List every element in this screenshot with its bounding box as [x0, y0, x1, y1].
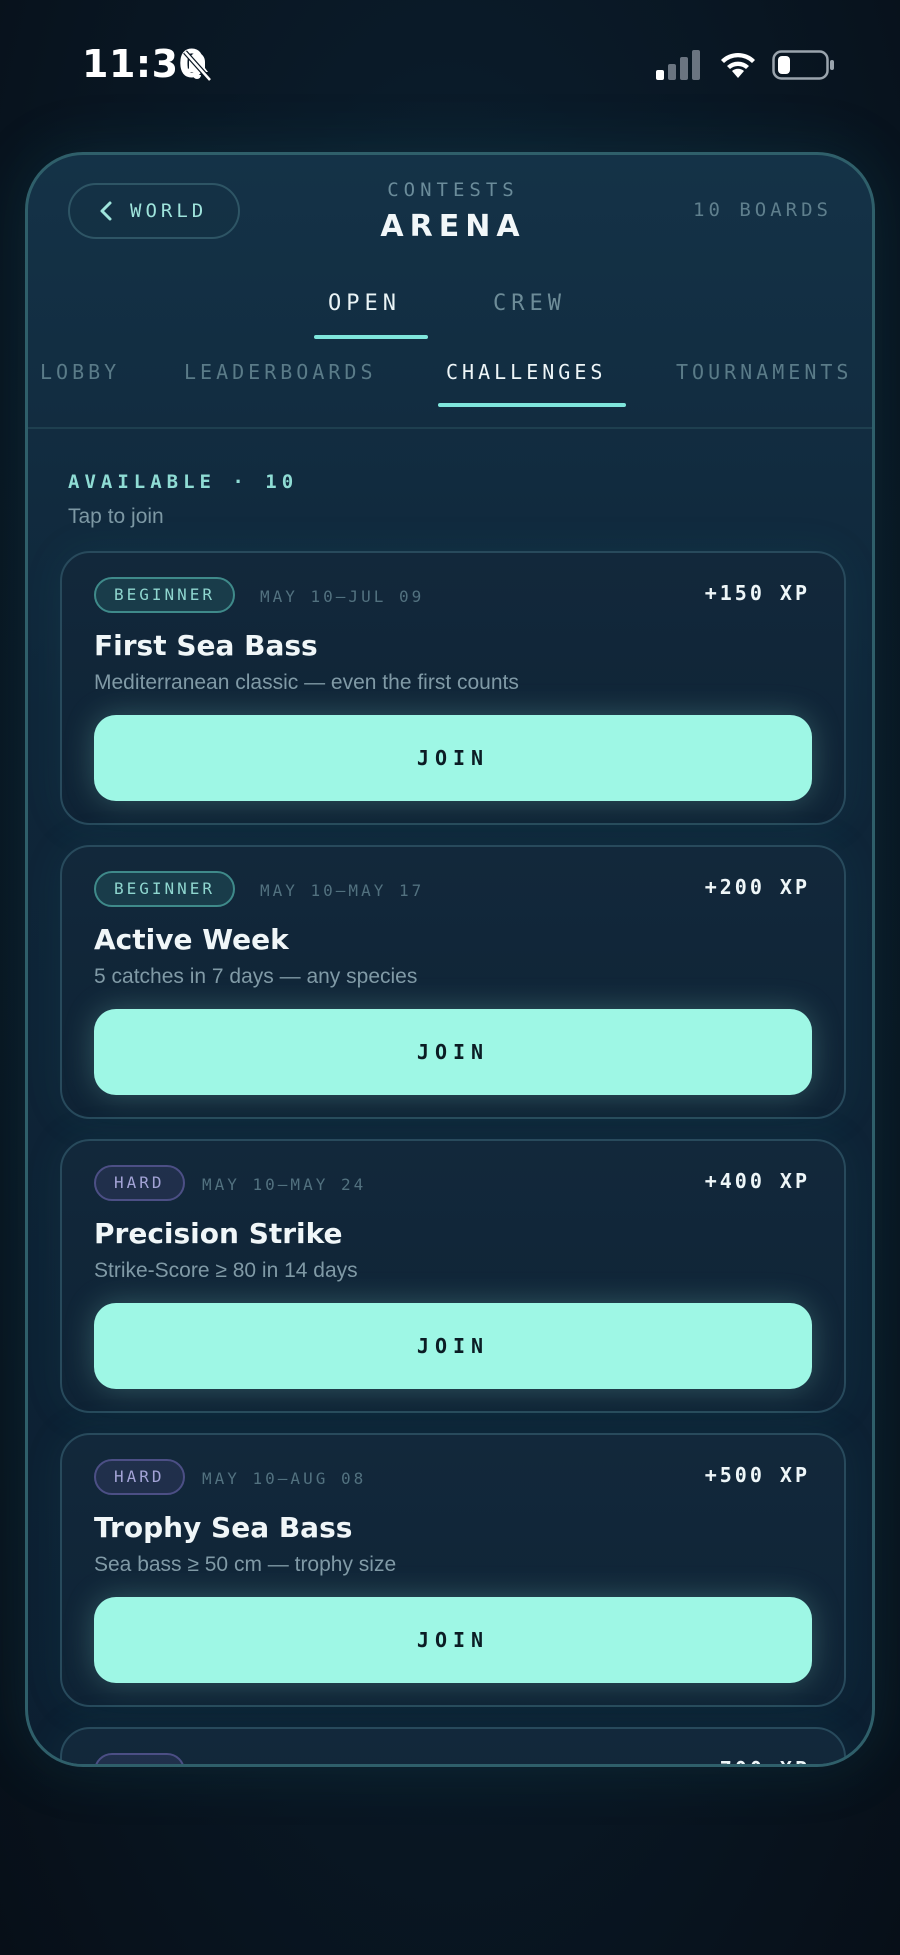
challenge-description: Sea bass ≥ 50 cm — trophy size — [94, 1553, 397, 1576]
difficulty-badge: BEGINNER — [94, 871, 236, 907]
challenge-card: BEGINNER MAY 10—MAY 17 +200 XP Active We… — [60, 845, 846, 1119]
nav-tab-indicator — [438, 403, 626, 407]
challenge-title: Active Week — [94, 923, 289, 956]
bell-muted-icon — [183, 50, 212, 82]
tab-tournaments[interactable]: TOURNAMENTS — [676, 360, 852, 384]
difficulty-badge: HARD — [94, 1459, 185, 1495]
join-button[interactable]: JOIN — [94, 1597, 812, 1683]
tab-open[interactable]: OPEN — [328, 291, 401, 316]
challenge-dates: MAY 10—MAY 17 — [260, 881, 425, 900]
boards-count: 10 BOARDS — [693, 199, 832, 221]
xp-reward: +150 XP — [704, 581, 810, 605]
challenge-title: Precision Strike — [94, 1217, 343, 1250]
join-button[interactable]: JOIN — [94, 715, 812, 801]
tab-challenges[interactable]: CHALLENGES — [446, 360, 606, 384]
arena-panel: WORLD CONTESTS ARENA 10 BOARDS OPEN CREW… — [25, 152, 875, 1767]
segment-indicator — [314, 335, 428, 339]
tab-lobby[interactable]: LOBBY — [40, 360, 120, 384]
page-eyebrow: CONTESTS — [387, 179, 519, 201]
xp-reward: +200 XP — [704, 875, 810, 899]
challenge-description: Strike-Score ≥ 80 in 14 days — [94, 1259, 358, 1282]
difficulty-badge: BEGINNER — [94, 577, 236, 613]
wifi-icon — [721, 52, 755, 78]
challenge-title: Trophy Sea Bass — [94, 1511, 353, 1544]
xp-reward: +500 XP — [704, 1463, 810, 1487]
cellular-signal-icon — [656, 50, 700, 80]
challenge-card: HARD MAY 10—MAY 24 +400 XP Precision Str… — [60, 1139, 846, 1413]
divider — [28, 427, 872, 429]
tab-crew[interactable]: CREW — [493, 291, 566, 316]
join-button[interactable]: JOIN — [94, 1303, 812, 1389]
battery-icon — [772, 50, 834, 80]
difficulty-badge: HARD — [94, 1165, 185, 1201]
tab-leaderboards[interactable]: LEADERBOARDS — [184, 360, 377, 384]
status-bar: 11:30 — [0, 0, 900, 130]
challenge-card: HARD +700 XP — [60, 1727, 846, 1764]
section-heading: AVAILABLE · 10 — [68, 471, 299, 493]
challenge-description: 5 catches in 7 days — any species — [94, 965, 418, 988]
challenge-card: BEGINNER MAY 10—JUL 09 +150 XP First Sea… — [60, 551, 846, 825]
section-subheading: Tap to join — [68, 505, 164, 528]
challenge-title: First Sea Bass — [94, 629, 318, 662]
challenge-dates: MAY 10—MAY 24 — [202, 1175, 367, 1194]
xp-reward: +400 XP — [704, 1169, 810, 1193]
difficulty-badge: HARD — [94, 1753, 185, 1764]
challenge-dates: MAY 10—AUG 08 — [202, 1469, 367, 1488]
challenge-dates: MAY 10—JUL 09 — [260, 587, 425, 606]
challenge-description: Mediterranean classic — even the first c… — [94, 671, 519, 694]
xp-reward: +700 XP — [705, 1757, 810, 1764]
challenge-card: HARD MAY 10—AUG 08 +500 XP Trophy Sea Ba… — [60, 1433, 846, 1707]
join-button[interactable]: JOIN — [94, 1009, 812, 1095]
